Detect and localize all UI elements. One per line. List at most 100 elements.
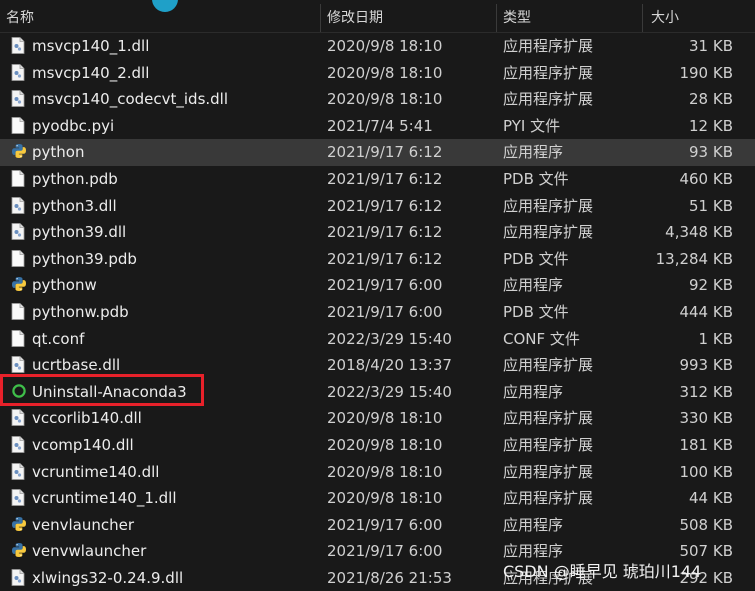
file-type: 应用程序扩展 [503, 63, 594, 82]
file-modified-date: 2020/9/8 18:10 [327, 90, 443, 109]
file-size: 12 KB [689, 116, 733, 135]
file-type: 应用程序扩展 [503, 223, 594, 242]
file-name: python3.dll [32, 196, 117, 215]
file-row[interactable]: qt.conf 2022/3/29 15:40 CONF 文件 1 KB [0, 326, 755, 353]
file-size: 508 KB [679, 515, 733, 534]
column-divider[interactable] [320, 4, 321, 32]
file-size: 1 KB [698, 329, 733, 348]
column-header-name[interactable]: 名称 [6, 0, 34, 32]
file-row[interactable]: python 2021/9/17 6:12 应用程序 93 KB [0, 139, 755, 166]
file-type: 应用程序扩展 [503, 37, 594, 55]
dll-file-icon [11, 462, 25, 480]
file-row[interactable]: python3.dll 2021/9/17 6:12 应用程序扩展 51 KB [0, 193, 755, 220]
file-name: msvcp140_codecvt_ids.dll [32, 90, 229, 109]
file-row[interactable]: msvcp140_codecvt_ids.dll 2020/9/8 18:10 应用… [0, 86, 755, 113]
file-modified-date: 2021/9/17 6:12 [327, 223, 443, 242]
column-header-type[interactable]: 类型 [503, 0, 531, 32]
blank-file-icon [11, 170, 25, 187]
file-row[interactable]: vcomp140.dll 2020/9/8 18:10 应用程序扩展 181 KB [0, 432, 755, 459]
blank-file-icon [11, 303, 25, 320]
file-name: vcomp140.dll [32, 435, 134, 454]
file-size: 190 KB [679, 63, 733, 82]
file-modified-date: 2020/9/8 18:10 [327, 435, 443, 454]
column-header-date[interactable]: 修改日期 [327, 0, 383, 32]
file-name: pythonw.pdb [32, 302, 129, 321]
python-icon [11, 542, 26, 559]
file-row[interactable]: pythonw 2021/9/17 6:00 应用程序 92 KB [0, 272, 755, 299]
file-size: 100 KB [679, 462, 733, 481]
dll-file-icon [11, 489, 25, 506]
file-name: vcruntime140.dll [32, 462, 160, 481]
file-size: 181 KB [679, 435, 733, 454]
file-name: vcruntime140_1.dll [32, 489, 177, 508]
file-row[interactable]: msvcp140_2.dll 2020/9/8 18:10 应用程序扩展 190 KB [0, 60, 755, 87]
dll-file-icon [11, 568, 25, 586]
file-size: 4,348 KB [665, 223, 733, 242]
blank-file-icon [11, 249, 25, 267]
file-row[interactable]: python39.dll 2021/9/17 6:12 应用程序扩展 4,348 KB [0, 219, 755, 246]
file-type: 应用程序扩展 [503, 435, 594, 454]
file-type: 应用程序 [503, 382, 564, 401]
file-modified-date: 2021/9/17 6:12 [327, 196, 443, 215]
file-name: python [32, 143, 85, 162]
file-type: PDB 文件 [503, 302, 569, 321]
dll-file-icon [11, 63, 25, 81]
file-name: msvcp140_1.dll [32, 37, 150, 55]
file-modified-date: 2021/9/17 6:00 [327, 542, 443, 561]
file-modified-date: 2020/9/8 18:10 [327, 63, 443, 82]
file-row[interactable]: msvcp140_1.dll 2020/9/8 18:10 应用程序扩展 31 KB [0, 33, 755, 60]
file-size: 312 KB [679, 382, 733, 401]
file-size: 460 KB [679, 169, 733, 188]
file-name: python39.dll [32, 223, 127, 242]
file-name: xlwings32-0.24.9.dll [32, 568, 184, 587]
watermark-text: CSDN @睡早见 琥珀川144 [503, 562, 702, 581]
file-row[interactable]: python39.pdb 2021/9/17 6:12 PDB 文件 13,284 K… [0, 246, 755, 273]
file-type: 应用程序扩展 [503, 196, 594, 215]
file-type: 应用程序扩展 [503, 356, 594, 375]
file-name: vccorlib140.dll [32, 409, 142, 428]
file-type: 应用程序 [503, 143, 564, 162]
file-modified-date: 2022/3/29 15:40 [327, 329, 452, 348]
file-row[interactable]: pythonw.pdb 2021/9/17 6:00 PDB 文件 444 KB [0, 299, 755, 326]
file-size: 93 KB [689, 143, 733, 162]
column-divider[interactable] [496, 4, 497, 32]
file-size: 28 KB [689, 90, 733, 109]
file-size: 51 KB [689, 196, 733, 215]
file-modified-date: 2020/9/8 18:10 [327, 409, 443, 428]
file-size: 993 KB [679, 356, 733, 375]
file-row[interactable]: vcruntime140.dll 2020/9/8 18:10 应用程序扩展 100 … [0, 459, 755, 486]
file-row[interactable]: vccorlib140.dll 2020/9/8 18:10 应用程序扩展 330 K… [0, 405, 755, 432]
file-name: msvcp140_2.dll [32, 63, 150, 82]
file-list: msvcp140_1.dll 2020/9/8 18:10 应用程序扩展 31 KB … [0, 33, 755, 591]
file-size: 330 KB [679, 409, 733, 428]
file-modified-date: 2022/3/29 15:40 [327, 382, 452, 401]
python-icon [11, 143, 26, 160]
file-row[interactable]: python.pdb 2021/9/17 6:12 PDB 文件 460 KB [0, 166, 755, 193]
column-divider[interactable] [642, 4, 643, 32]
column-header-size[interactable]: 大小 [651, 0, 679, 32]
python-icon [11, 516, 26, 533]
file-modified-date: 2020/9/8 18:10 [327, 462, 443, 481]
file-modified-date: 2018/4/20 13:37 [327, 356, 452, 375]
file-name: pythonw [32, 276, 97, 295]
file-size: 92 KB [689, 276, 733, 295]
file-row[interactable]: venvlauncher 2021/9/17 6:00 应用程序 508 KB [0, 512, 755, 539]
file-size: 31 KB [689, 37, 733, 55]
dll-file-icon [11, 196, 25, 214]
file-type: CONF 文件 [503, 329, 580, 348]
file-modified-date: 2021/9/17 6:12 [327, 169, 443, 188]
file-name: qt.conf [32, 329, 85, 348]
file-type: 应用程序扩展 [503, 462, 594, 481]
dll-file-icon [11, 37, 25, 54]
file-type: 应用程序扩展 [503, 90, 594, 109]
dll-file-icon [11, 356, 25, 374]
file-name: pyodbc.pyi [32, 116, 115, 135]
file-type: PYI 文件 [503, 116, 561, 135]
column-header: 名称 修改日期 类型 大小 [0, 0, 755, 33]
file-type: 应用程序 [503, 515, 564, 534]
file-modified-date: 2021/7/4 5:41 [327, 116, 433, 135]
file-name: python.pdb [32, 169, 118, 188]
file-type: 应用程序 [503, 276, 564, 295]
file-row[interactable]: pyodbc.pyi 2021/7/4 5:41 PYI 文件 12 KB [0, 113, 755, 140]
file-row[interactable]: vcruntime140_1.dll 2020/9/8 18:10 应用程序扩展 44… [0, 485, 755, 512]
